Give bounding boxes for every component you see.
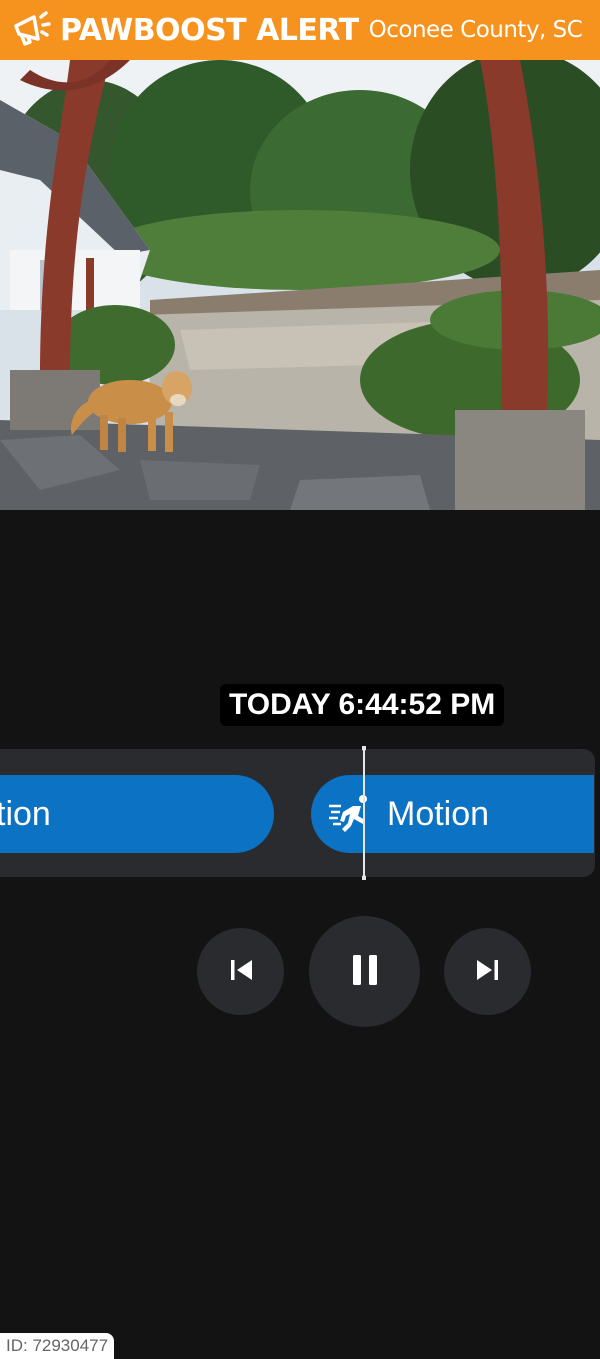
event-label: tion	[0, 794, 51, 833]
next-icon	[475, 958, 501, 986]
next-button[interactable]	[444, 928, 531, 1015]
previous-icon	[228, 958, 254, 986]
timeline-event-motion-previous[interactable]: tion	[0, 775, 274, 853]
banner-title: PAWBOOST ALERT	[60, 12, 359, 48]
listing-id: ID: 72930477	[0, 1333, 114, 1359]
playback-timestamp: TODAY 6:44:52 PM	[220, 684, 505, 726]
megaphone-icon	[8, 8, 52, 52]
playhead-scrubber[interactable]	[359, 746, 369, 880]
running-person-icon	[327, 794, 373, 834]
timeline-event-motion[interactable]: Motion	[311, 775, 594, 853]
pause-icon	[351, 954, 379, 990]
pause-button[interactable]	[309, 916, 420, 1027]
event-label: Motion	[387, 794, 490, 833]
camera-scene-image	[0, 60, 600, 510]
previous-button[interactable]	[197, 928, 284, 1015]
alert-banner: PAWBOOST ALERT Oconee County, SC	[0, 0, 600, 60]
camera-video-frame[interactable]	[0, 60, 600, 510]
banner-location: Oconee County, SC	[368, 17, 583, 43]
